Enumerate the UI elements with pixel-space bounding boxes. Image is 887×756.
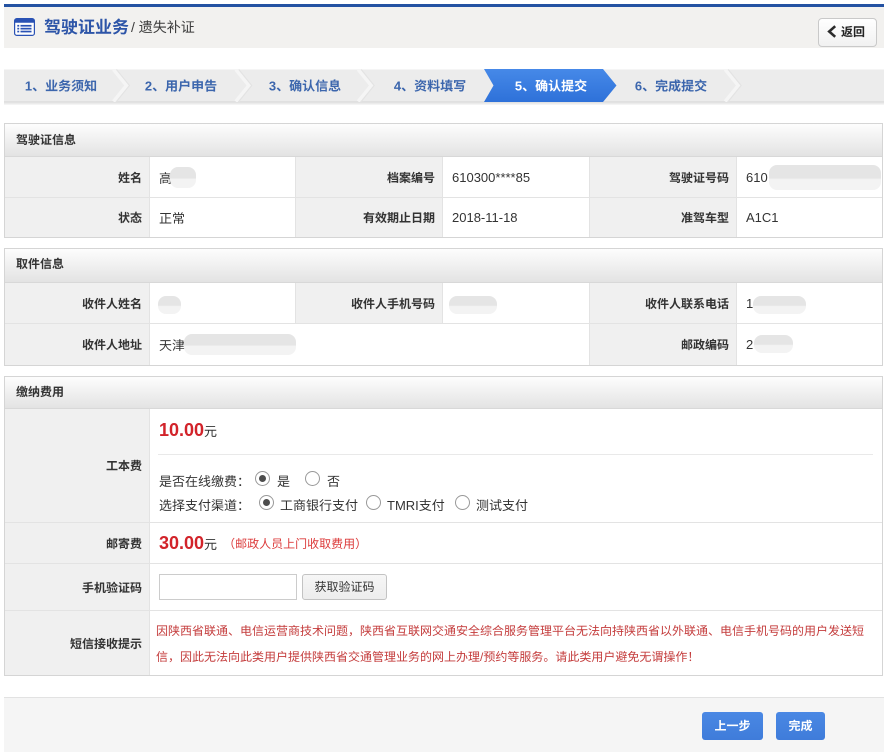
svg-text:3、确认信息: 3、确认信息 — [269, 79, 341, 94]
svg-text:2、用户申告: 2、用户申告 — [145, 79, 217, 94]
svg-text:5、确认提交: 5、确认提交 — [515, 79, 587, 94]
svg-text:6、完成提交: 6、完成提交 — [635, 79, 707, 94]
svg-text:4、资料填写: 4、资料填写 — [394, 79, 466, 94]
svg-text:1、业务须知: 1、业务须知 — [25, 79, 97, 94]
